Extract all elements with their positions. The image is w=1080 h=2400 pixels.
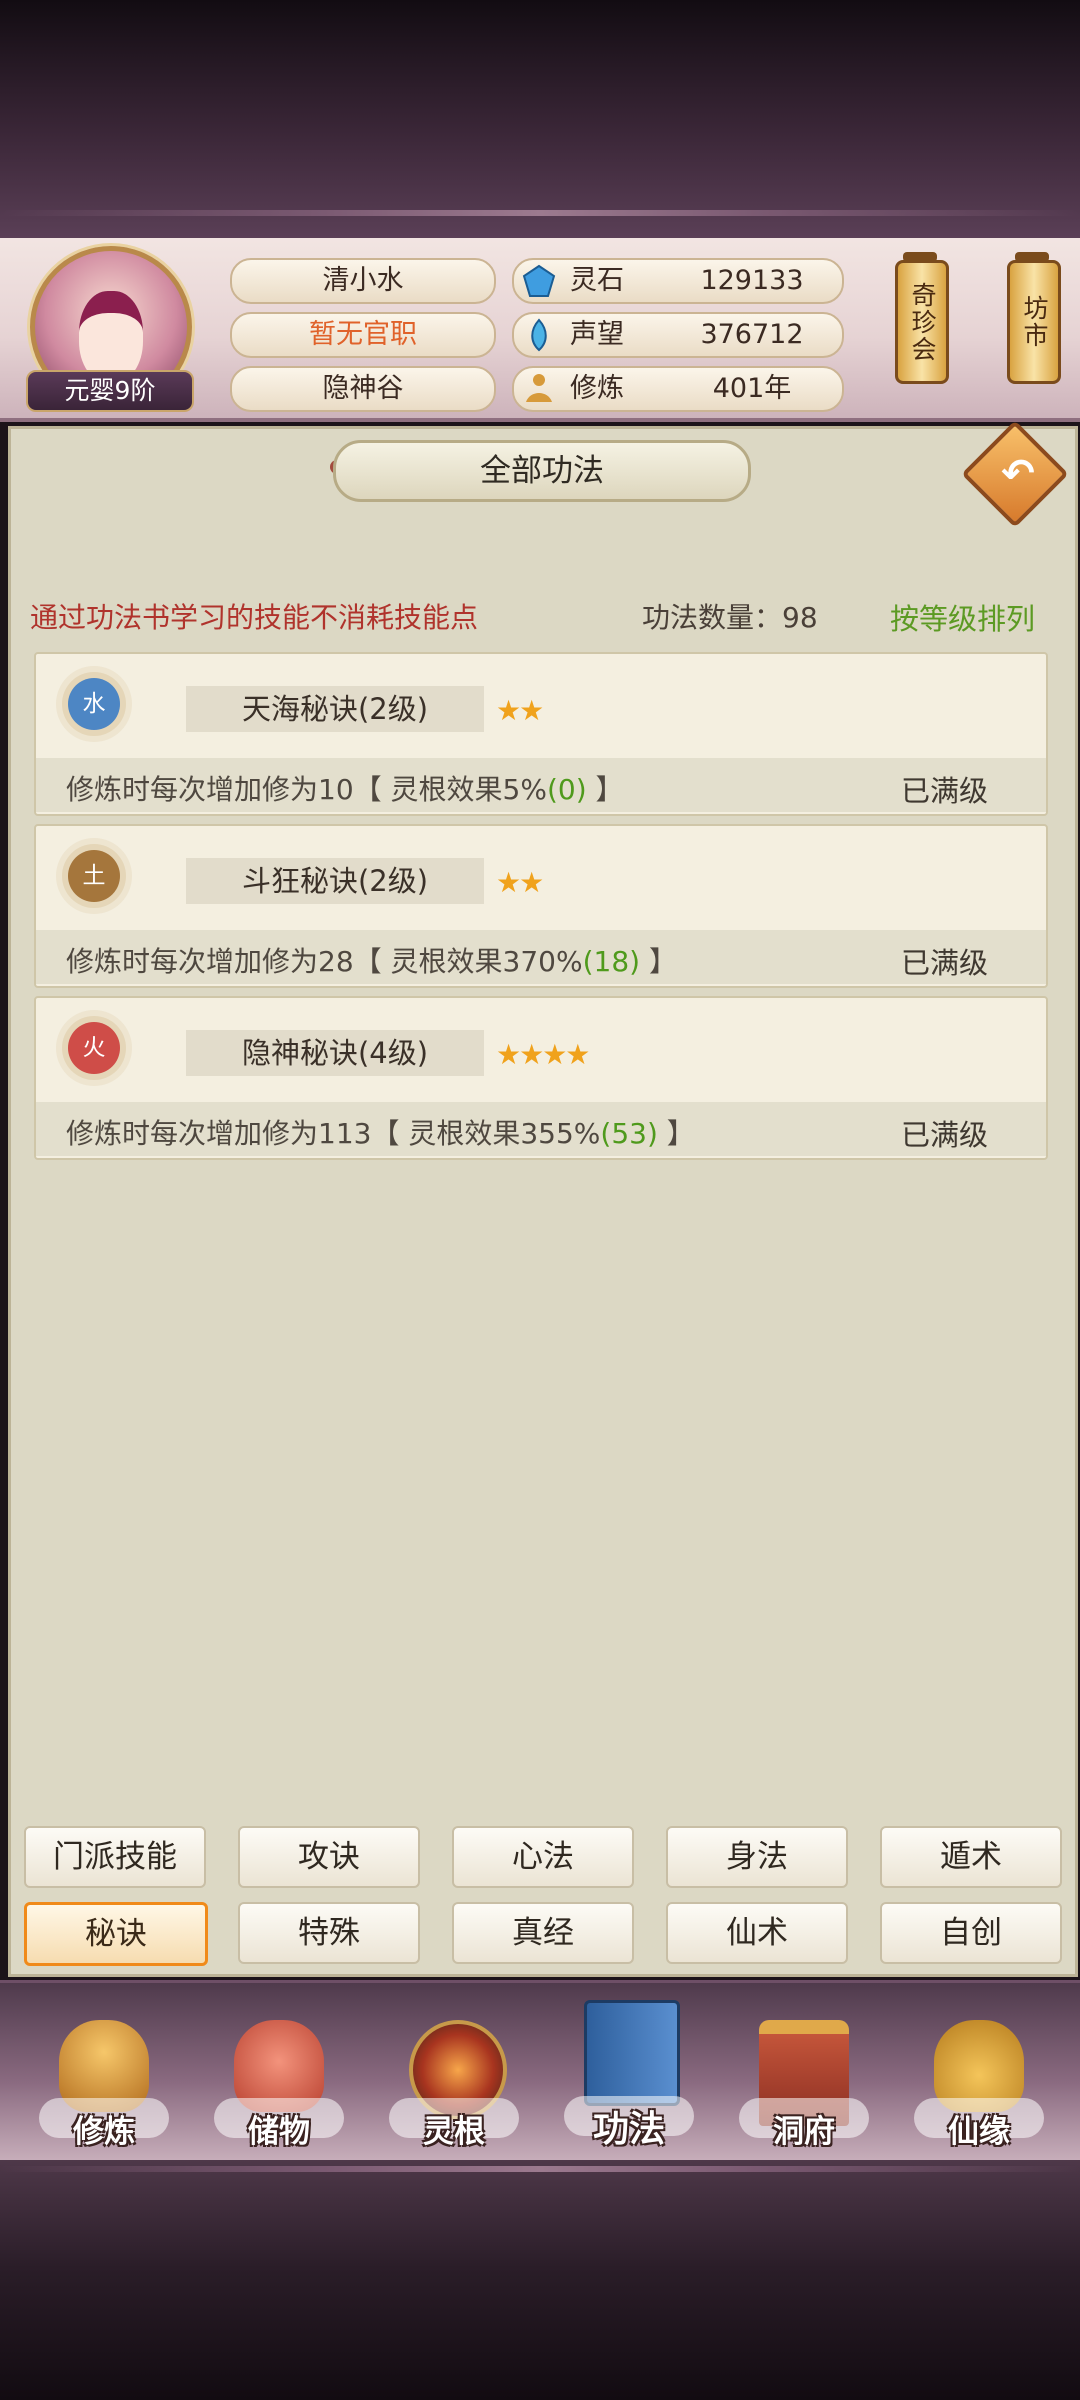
skill-card[interactable]: 土 斗狂秘诀(2级) ★★ 修炼时每次增加修为28【 灵根效果370%(18) … — [34, 824, 1048, 988]
desc-text: 修炼时每次增加修为10【 灵根效果5% — [66, 773, 547, 806]
panel-title: 全部功法 — [333, 440, 751, 502]
stat-label: 灵石 — [570, 265, 624, 296]
nav-spirit-root[interactable]: 灵根 — [384, 2020, 524, 2150]
nav-label: 仙缘 — [948, 2114, 1010, 2150]
desc-end: 】 — [657, 1117, 695, 1150]
stat-value: 401年 — [712, 373, 792, 404]
stat-value: 129133 — [700, 265, 804, 296]
water-element-icon: 水 — [68, 678, 120, 730]
stat-spirit-stone: 灵石 129133 — [512, 258, 844, 304]
technique-count: 功法数量：98 — [642, 601, 818, 634]
earth-element-icon: 土 — [68, 850, 120, 902]
tab-sect-skills[interactable]: 门派技能 — [24, 1826, 206, 1888]
nav-label: 修炼 — [73, 2114, 135, 2150]
skill-description: 修炼时每次增加修为113【 灵根效果355%(53) 】 — [66, 1112, 695, 1152]
desc-text: 修炼时每次增加修为28【 灵根效果370% — [66, 945, 583, 978]
star-rating: ★★ — [496, 694, 544, 727]
nav-technique[interactable]: 功法 — [559, 2000, 699, 2150]
skill-status: 已满级 — [900, 946, 988, 980]
market-button[interactable]: 坊市 — [1007, 260, 1061, 384]
tab-secret[interactable]: 秘诀 — [24, 1902, 208, 1966]
tab-special[interactable]: 特殊 — [238, 1902, 420, 1964]
meditation-icon — [526, 374, 552, 402]
desc-text: 修炼时每次增加修为113【 灵根效果355% — [66, 1117, 601, 1150]
spirit-stone-icon — [522, 264, 556, 297]
player-header: 元婴9阶 清小水 暂无官职 隐神谷 灵石 129133 声望 376712 修炼… — [0, 238, 1080, 422]
stat-value: 376712 — [700, 319, 804, 350]
tab-immortal-art[interactable]: 仙术 — [666, 1902, 848, 1964]
learning-hint: 通过功法书学习的技能不消耗技能点 — [30, 601, 479, 634]
tab-movement[interactable]: 身法 — [666, 1826, 848, 1888]
desc-bonus: (18) — [582, 945, 641, 978]
nav-label: 灵根 — [423, 2114, 485, 2150]
desc-bonus: (53) — [600, 1117, 658, 1150]
star-rating: ★★ — [496, 866, 544, 899]
skill-status: 已满级 — [900, 774, 988, 808]
stat-cultivation: 修炼 401年 — [512, 366, 844, 412]
fire-element-icon: 火 — [68, 1022, 120, 1074]
sect-name: 隐神谷 — [230, 366, 496, 412]
nav-label: 储物 — [248, 2114, 310, 2150]
reputation-icon — [531, 318, 547, 352]
skill-name: 隐神秘诀(4级) — [186, 1030, 484, 1076]
sort-by-level-button[interactable]: 按等级排列 — [890, 596, 1035, 638]
player-name: 清小水 — [230, 258, 496, 304]
skill-name: 天海秘诀(2级) — [186, 686, 484, 732]
tab-scripture[interactable]: 真经 — [452, 1902, 634, 1964]
tab-escape[interactable]: 遁术 — [880, 1826, 1062, 1888]
skill-card[interactable]: 水 天海秘诀(2级) ★★ 修炼时每次增加修为10【 灵根效果5%(0) 】 已… — [34, 652, 1048, 816]
treasure-fair-button[interactable]: 奇珍会 — [895, 260, 949, 384]
desc-end: 】 — [586, 773, 624, 806]
star-rating: ★★★★ — [496, 1038, 590, 1071]
technique-book-icon — [584, 2000, 680, 2106]
desc-end: 】 — [640, 945, 677, 978]
back-arrow-icon: ↶ — [1001, 451, 1035, 497]
stat-label: 声望 — [570, 319, 624, 350]
nav-storage[interactable]: 储物 — [209, 2020, 349, 2150]
realm-badge: 元婴9阶 — [26, 370, 194, 412]
skill-name: 斗狂秘诀(2级) — [186, 858, 484, 904]
top-ornament — [0, 210, 1080, 216]
tab-self-created[interactable]: 自创 — [880, 1902, 1062, 1964]
tab-mind[interactable]: 心法 — [452, 1826, 634, 1888]
nav-immortal-fate[interactable]: 仙缘 — [909, 2020, 1049, 2150]
stat-reputation: 声望 376712 — [512, 312, 844, 358]
tab-attack[interactable]: 攻诀 — [238, 1826, 420, 1888]
skill-description: 修炼时每次增加修为28【 灵根效果370%(18) 】 — [66, 940, 677, 980]
desc-bonus: (0) — [546, 773, 587, 806]
bottom-backdrop — [0, 2160, 1080, 2400]
skill-description: 修炼时每次增加修为10【 灵根效果5%(0) 】 — [66, 768, 624, 808]
stat-label: 修炼 — [570, 373, 624, 404]
bottom-ornament — [0, 2166, 1080, 2172]
nav-cave[interactable]: 洞府 — [734, 2020, 874, 2150]
nav-label: 功法 — [592, 2109, 665, 2150]
top-backdrop — [0, 0, 1080, 238]
office-title: 暂无官职 — [230, 312, 496, 358]
skill-status: 已满级 — [900, 1118, 988, 1152]
nav-cultivation[interactable]: 修炼 — [34, 2020, 174, 2150]
nav-label: 洞府 — [773, 2114, 835, 2150]
skill-card[interactable]: 火 隐神秘诀(4级) ★★★★ 修炼时每次增加修为113【 灵根效果355%(5… — [34, 996, 1048, 1160]
